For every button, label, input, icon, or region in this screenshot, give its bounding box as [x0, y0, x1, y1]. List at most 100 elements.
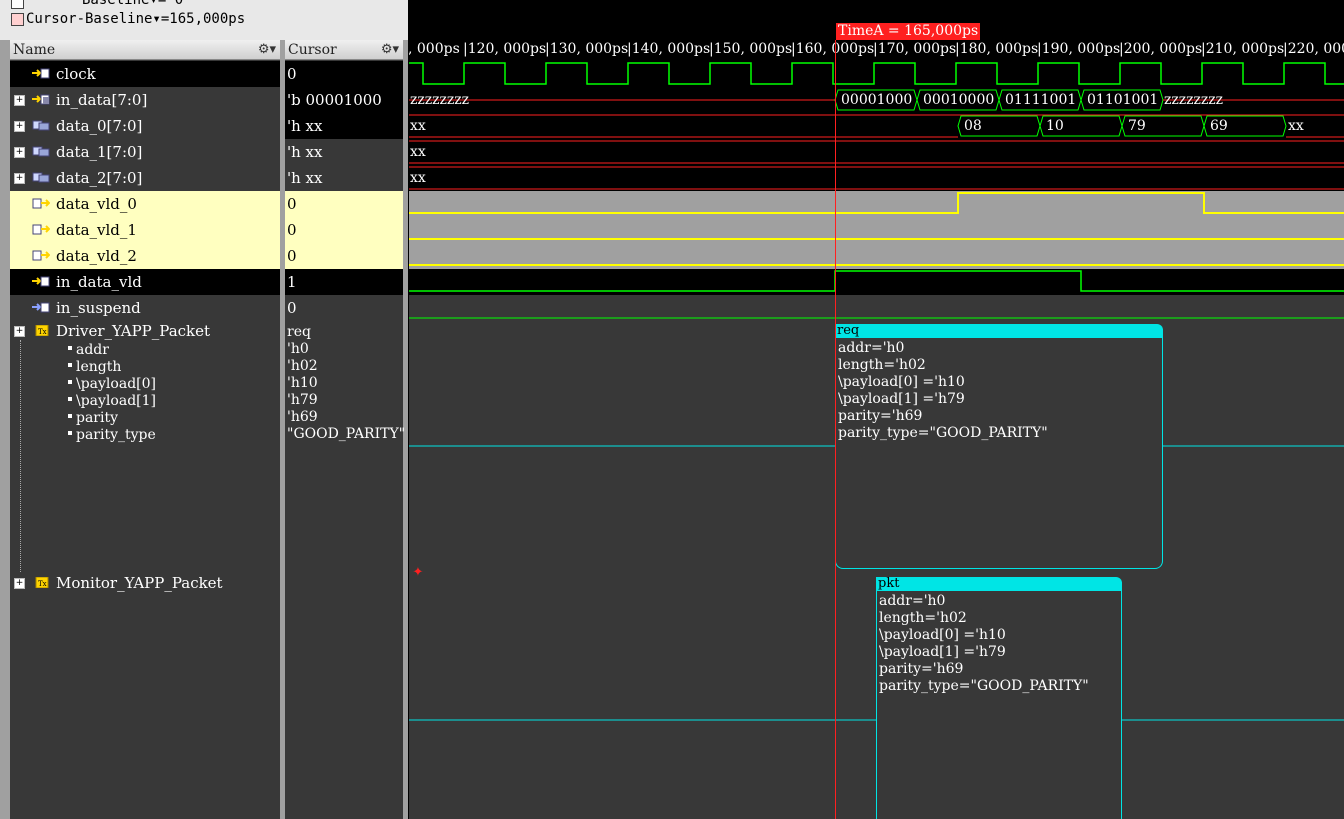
- cursor-value: 0: [287, 65, 297, 83]
- cursor-value: 'h xx: [287, 169, 323, 187]
- cursor-value: 0: [287, 221, 297, 239]
- cursor-value: req: [287, 324, 311, 340]
- expand-icon[interactable]: +: [14, 578, 25, 589]
- cursor-header-label: Cursor: [288, 42, 337, 58]
- signal-name: data_vld_2: [56, 247, 137, 265]
- transaction-icon: Tx: [35, 325, 49, 336]
- cursor-value: 'b 00001000: [287, 91, 382, 109]
- data-0-value: 79: [1128, 118, 1146, 134]
- signal-name: clock: [56, 65, 96, 83]
- transaction-field: \payload[1] ='h79: [879, 644, 1006, 660]
- cursor-baseline-icon: [11, 13, 24, 26]
- signal-row-driver-packet[interactable]: + Tx Driver_YAPP_Packet: [10, 321, 280, 341]
- name-column-gear-icon[interactable]: ⚙▾: [258, 40, 276, 60]
- transaction-field: addr='h0: [879, 593, 946, 609]
- signal-row-in-data-vld[interactable]: in_data_vld: [10, 269, 280, 295]
- marker-icon[interactable]: ✦: [411, 566, 425, 580]
- cursor-value: "GOOD_PARITY": [287, 426, 406, 442]
- cursor-value: 'h xx: [287, 117, 323, 135]
- cursor-value-row: 0: [285, 295, 403, 321]
- packet-field-payload-0: \payload[0]: [68, 376, 156, 393]
- expand-icon[interactable]: +: [14, 147, 25, 158]
- driver-transaction-box[interactable]: req addr='h0 length='h02 \payload[0] ='h…: [835, 324, 1163, 569]
- expand-icon[interactable]: +: [14, 95, 25, 106]
- data-0-x-wave: [409, 0, 1344, 137]
- signal-row-data-0[interactable]: + data_0[7:0]: [10, 113, 280, 139]
- cursor-value: 'h10: [287, 375, 318, 391]
- packet-field-payload-1: \payload[1]: [68, 393, 156, 410]
- cursor-value-row: 0: [285, 243, 403, 269]
- signal-row-data-vld-0[interactable]: data_vld_0: [10, 191, 280, 217]
- name-column-header[interactable]: Name ⚙▾: [10, 40, 280, 60]
- expand-icon[interactable]: +: [14, 121, 25, 132]
- signal-name: Driver_YAPP_Packet: [56, 322, 211, 340]
- cursor-value-row: 0: [285, 61, 403, 87]
- signal-list-pane: Baseline▾= 0 Cursor-Baseline▾=165,000ps …: [0, 0, 408, 819]
- packet-field-parity: parity: [68, 410, 118, 427]
- svg-text:Tx: Tx: [38, 580, 47, 588]
- cursor-baseline-label[interactable]: Cursor-Baseline▾=165,000ps: [26, 11, 245, 27]
- cursor-column-header[interactable]: Cursor ⚙▾: [285, 40, 403, 60]
- bus-register-icon: [32, 172, 50, 183]
- packet-field-parity-type: parity_type: [68, 427, 156, 444]
- transaction-field: parity='h69: [879, 661, 964, 677]
- output-port-icon: [32, 198, 50, 209]
- input-bus-icon: [32, 94, 50, 105]
- data-1-xx-text: xx: [410, 144, 426, 160]
- expand-icon[interactable]: +: [14, 326, 25, 337]
- waveform-pane[interactable]: TimeA = 165,000ps , 000ps |120, 000ps |130…: [409, 0, 1344, 819]
- signal-row-monitor-packet[interactable]: + Tx Monitor_YAPP_Packet: [10, 573, 280, 593]
- cursor-value: 0: [287, 195, 297, 213]
- in-data-value: 01101001: [1087, 92, 1159, 108]
- transaction-title: pkt: [876, 577, 1122, 591]
- data-1-x-wave: [409, 140, 1344, 164]
- baseline-icon: [11, 0, 24, 9]
- signal-name: data_1[7:0]: [56, 143, 143, 161]
- packet-field-length: length: [68, 359, 121, 376]
- cursor-value: 'h0: [287, 341, 309, 357]
- data-0-xx-text: xx: [410, 118, 426, 134]
- signal-row-clock[interactable]: clock: [10, 61, 280, 87]
- transaction-field: parity_type="GOOD_PARITY": [879, 678, 1089, 694]
- cursor-value-row: 1: [285, 269, 403, 295]
- transaction-field: parity='h69: [838, 408, 923, 424]
- cursor-value: 1: [287, 273, 297, 291]
- signal-row-data-vld-2[interactable]: data_vld_2: [10, 243, 280, 269]
- cursor-column-gear-icon[interactable]: ⚙▾: [381, 40, 399, 60]
- input-port-icon: [32, 302, 50, 313]
- signal-row-data-vld-1[interactable]: data_vld_1: [10, 217, 280, 243]
- cursor-value-row: 0: [285, 191, 403, 217]
- transaction-field: addr='h0: [838, 340, 905, 356]
- transaction-field: \payload[0] ='h10: [838, 374, 965, 390]
- expand-icon[interactable]: +: [14, 173, 25, 184]
- data-0-value: 69: [1210, 118, 1228, 134]
- in-data-z-text: zzzzzzzz: [410, 92, 470, 108]
- data-0-value: 10: [1046, 118, 1064, 134]
- cursor-value-row: 'h xx: [285, 113, 403, 139]
- packet-field-addr: addr: [68, 342, 109, 359]
- cursor-value: 0: [287, 299, 297, 317]
- signal-name: in_data[7:0]: [56, 91, 148, 109]
- bus-register-icon: [32, 120, 50, 131]
- data-2-x-wave: [409, 166, 1344, 190]
- baseline-label: Baseline▾= 0: [82, 0, 184, 8]
- data-0-xx-text: xx: [1288, 118, 1304, 134]
- cursor-value-row: 'h xx: [285, 139, 403, 165]
- signal-row-data-1[interactable]: + data_1[7:0]: [10, 139, 280, 165]
- input-port-icon: [32, 68, 50, 79]
- in-data-value: 01111001: [1005, 92, 1077, 108]
- time-cursor-line[interactable]: [835, 40, 836, 819]
- transaction-field: parity_type="GOOD_PARITY": [838, 425, 1048, 441]
- signal-name: data_2[7:0]: [56, 169, 143, 187]
- signal-row-in-suspend[interactable]: in_suspend: [10, 295, 280, 321]
- signal-row-in-data[interactable]: + in_data[7:0]: [10, 87, 280, 113]
- clock-wave: [409, 62, 1344, 85]
- signal-row-data-2[interactable]: + data_2[7:0]: [10, 165, 280, 191]
- cursor-value: 'h xx: [287, 143, 323, 161]
- cursor-value-row: 'h xx: [285, 165, 403, 191]
- monitor-transaction-box[interactable]: pkt addr='h0 length='h02 \payload[0] ='h…: [876, 577, 1122, 819]
- cursor-value-column: Cursor ⚙▾ 0 'b 00001000 'h xx 'h xx 'h x…: [285, 40, 406, 819]
- transaction-field: \payload[0] ='h10: [879, 627, 1006, 643]
- in-data-z-text: zzzzzzzz: [1164, 92, 1224, 108]
- cursor-value-row: 'b 00001000: [285, 87, 403, 113]
